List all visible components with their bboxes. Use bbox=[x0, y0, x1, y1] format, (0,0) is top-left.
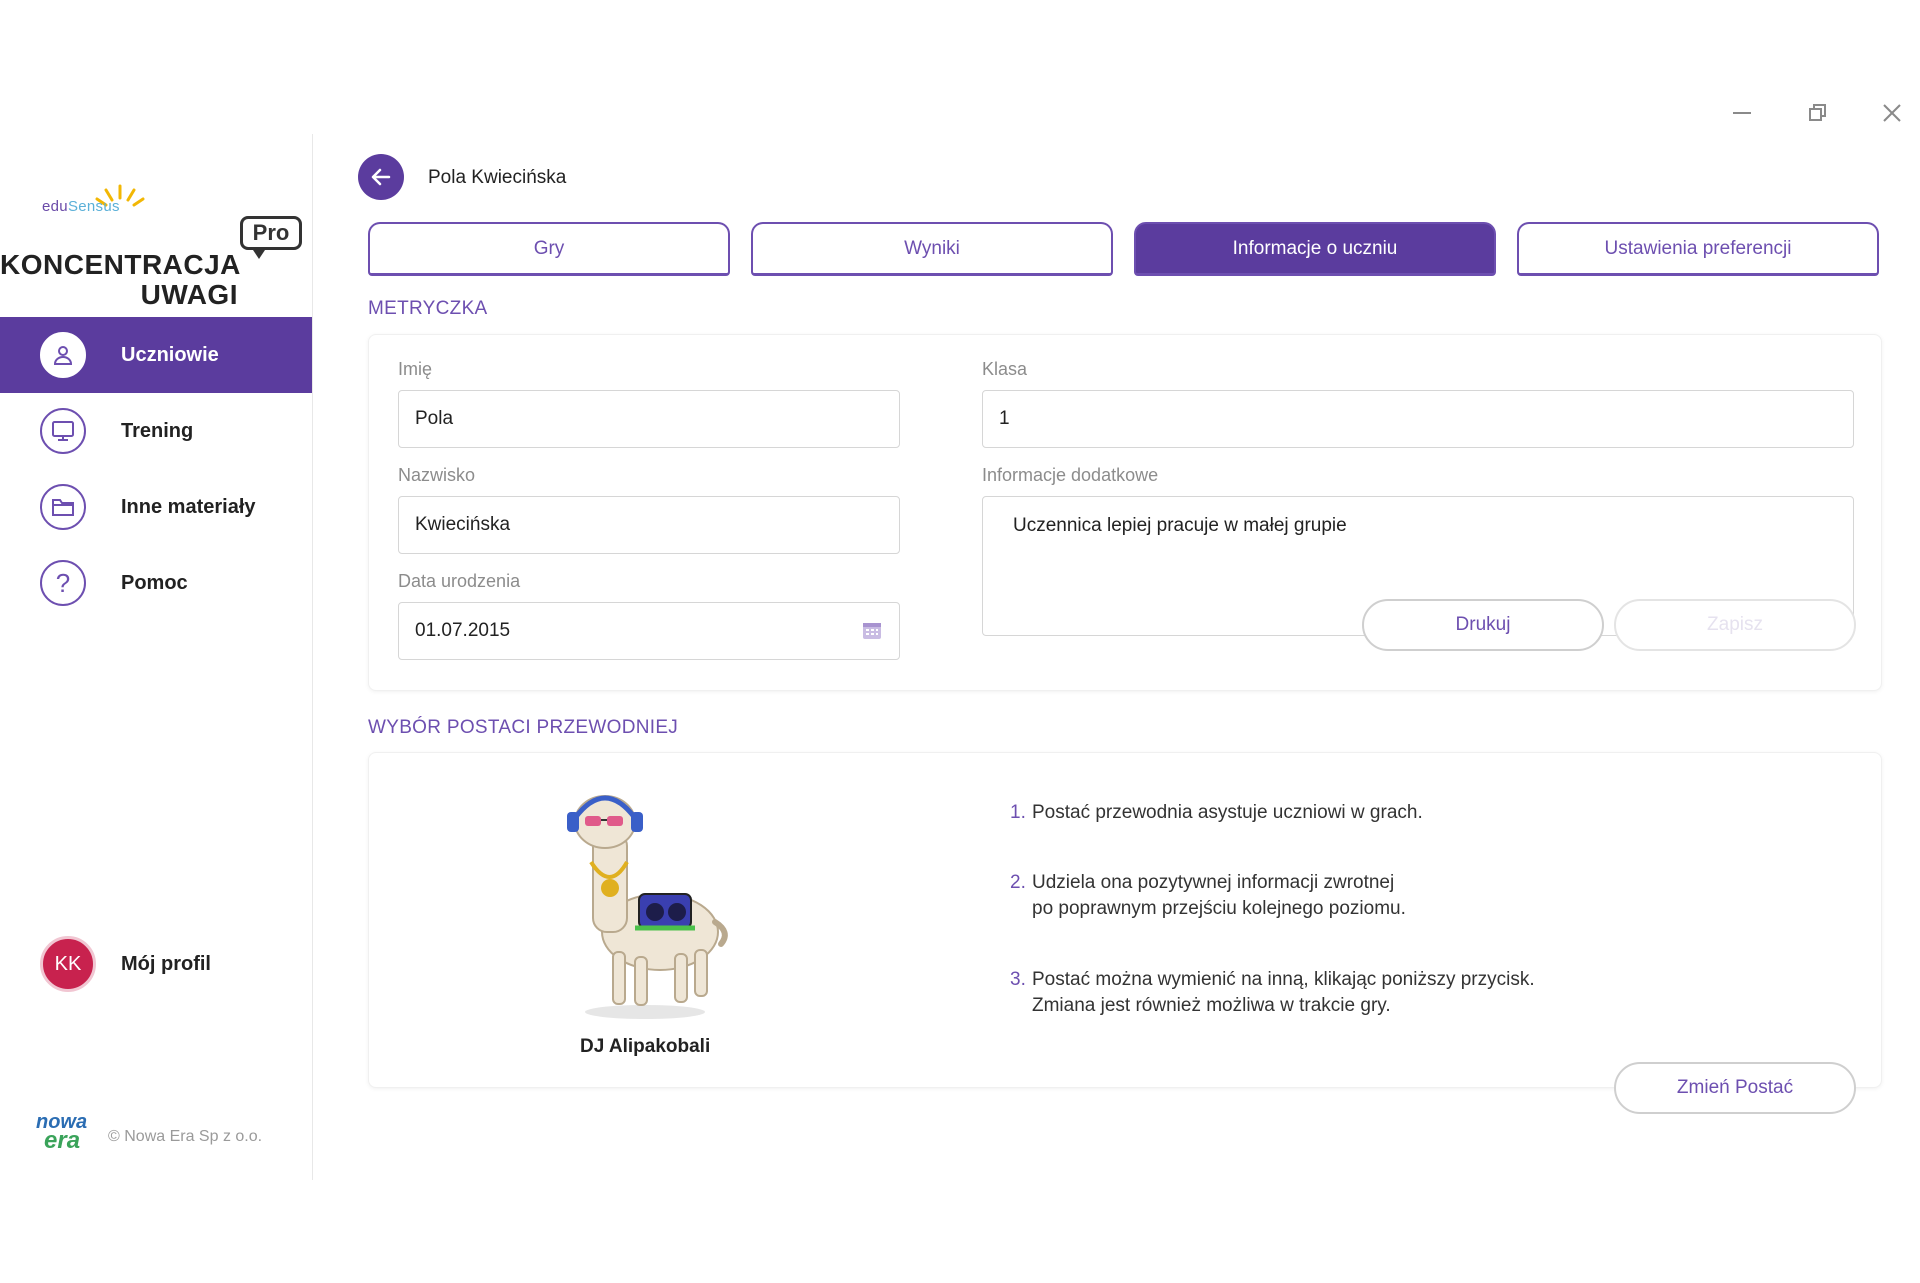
tab-bar: Gry Wyniki Informacje o uczniu Ustawieni… bbox=[368, 222, 1880, 278]
list-item-number: 2. bbox=[1010, 872, 1026, 893]
list-item-text: Postać można wymienić na inną, klikając … bbox=[1032, 969, 1535, 1016]
change-character-button[interactable]: Zmień Postać bbox=[1614, 1062, 1856, 1114]
tab-ustawienia-preferencji[interactable]: Ustawienia preferencji bbox=[1517, 222, 1879, 276]
sidebar-item-inne-materialy[interactable]: Inne materiały bbox=[0, 469, 312, 545]
character-name: DJ Alipakobali bbox=[580, 1036, 711, 1057]
arrow-left-icon bbox=[371, 168, 391, 186]
sidebar-item-pomoc[interactable]: ? Pomoc bbox=[0, 545, 312, 621]
list-item-number: 1. bbox=[1010, 802, 1026, 823]
help-icon: ? bbox=[40, 560, 86, 606]
main-content: Pola Kwiecińska Gry Wyniki Informacje o … bbox=[312, 134, 1882, 1180]
monitor-icon bbox=[40, 408, 86, 454]
section-title-wybor-postaci: WYBÓR POSTACI PRZEWODNIEJ bbox=[368, 717, 679, 738]
sidebar-item-label: Pomoc bbox=[121, 571, 188, 594]
llama-character-illustration bbox=[567, 795, 728, 1019]
restore-icon bbox=[1809, 104, 1826, 121]
folder-icon bbox=[40, 484, 86, 530]
first-name-label: Imię bbox=[398, 359, 433, 379]
minimize-button[interactable] bbox=[1727, 98, 1757, 128]
tab-wyniki[interactable]: Wyniki bbox=[751, 222, 1113, 276]
restore-button[interactable] bbox=[1803, 98, 1833, 128]
back-button[interactable] bbox=[358, 154, 404, 200]
sidebar-item-uczniowie[interactable]: Uczniowie bbox=[0, 317, 312, 393]
profile-label: Mój profil bbox=[121, 952, 211, 975]
user-icon bbox=[40, 332, 86, 378]
list-item-text: Udziela ona pozytywnej informacji zwrotn… bbox=[1032, 872, 1406, 919]
save-button[interactable]: Zapisz bbox=[1614, 599, 1856, 651]
tab-gry[interactable]: Gry bbox=[368, 222, 730, 276]
sidebar: eduSensus KONCENTRACJA UWAGI Pro Uczniow… bbox=[0, 134, 313, 1180]
class-label: Klasa bbox=[982, 359, 1028, 379]
pro-badge: Pro bbox=[240, 216, 302, 250]
birth-date-value: 01.07.2015 bbox=[415, 620, 511, 641]
student-name: Pola Kwiecińska bbox=[428, 167, 567, 188]
close-button[interactable] bbox=[1877, 98, 1907, 128]
pro-badge-tail bbox=[251, 247, 267, 259]
sidebar-item-label: Inne materiały bbox=[121, 495, 256, 518]
profile-link[interactable]: KK Mój profil bbox=[0, 932, 312, 996]
minimize-icon bbox=[1733, 112, 1751, 114]
sidebar-item-label: Trening bbox=[121, 419, 194, 442]
nowa-era-logo: nowa era bbox=[36, 1111, 88, 1154]
app-title: KONCENTRACJA UWAGI bbox=[0, 249, 241, 310]
sidebar-item-label: Uczniowie bbox=[121, 343, 219, 366]
birth-date-field[interactable]: 01.07.2015 bbox=[398, 602, 900, 660]
list-item-text: Postać przewodnia asystuje uczniowi w gr… bbox=[1032, 802, 1423, 823]
section-title-metryczka: METRYCZKA bbox=[368, 298, 488, 319]
edusensus-wordmark: eduSensus bbox=[42, 198, 120, 215]
birth-date-label: Data urodzenia bbox=[398, 571, 521, 591]
tab-informacje-o-uczniu[interactable]: Informacje o uczniu bbox=[1134, 222, 1496, 276]
additional-info-label: Informacje dodatkowe bbox=[982, 465, 1159, 485]
app-logo: eduSensus KONCENTRACJA UWAGI Pro bbox=[0, 154, 312, 310]
sidebar-nav: Uczniowie Trening Inne materiały ? Pomoc bbox=[0, 317, 312, 621]
footer: nowa era © Nowa Era Sp z o.o. bbox=[0, 1111, 312, 1164]
class-field[interactable]: 1 bbox=[982, 390, 1854, 448]
copyright-text: © Nowa Era Sp z o.o. bbox=[108, 1128, 263, 1145]
print-button[interactable]: Drukuj bbox=[1362, 599, 1604, 651]
last-name-field[interactable]: Kwiecińska bbox=[398, 496, 900, 554]
list-item-number: 3. bbox=[1010, 969, 1026, 990]
sidebar-item-trening[interactable]: Trening bbox=[0, 393, 312, 469]
close-icon bbox=[1883, 104, 1901, 122]
avatar: KK bbox=[40, 936, 96, 992]
last-name-label: Nazwisko bbox=[398, 465, 476, 485]
first-name-field[interactable]: Pola bbox=[398, 390, 900, 448]
calendar-icon[interactable] bbox=[861, 619, 883, 641]
